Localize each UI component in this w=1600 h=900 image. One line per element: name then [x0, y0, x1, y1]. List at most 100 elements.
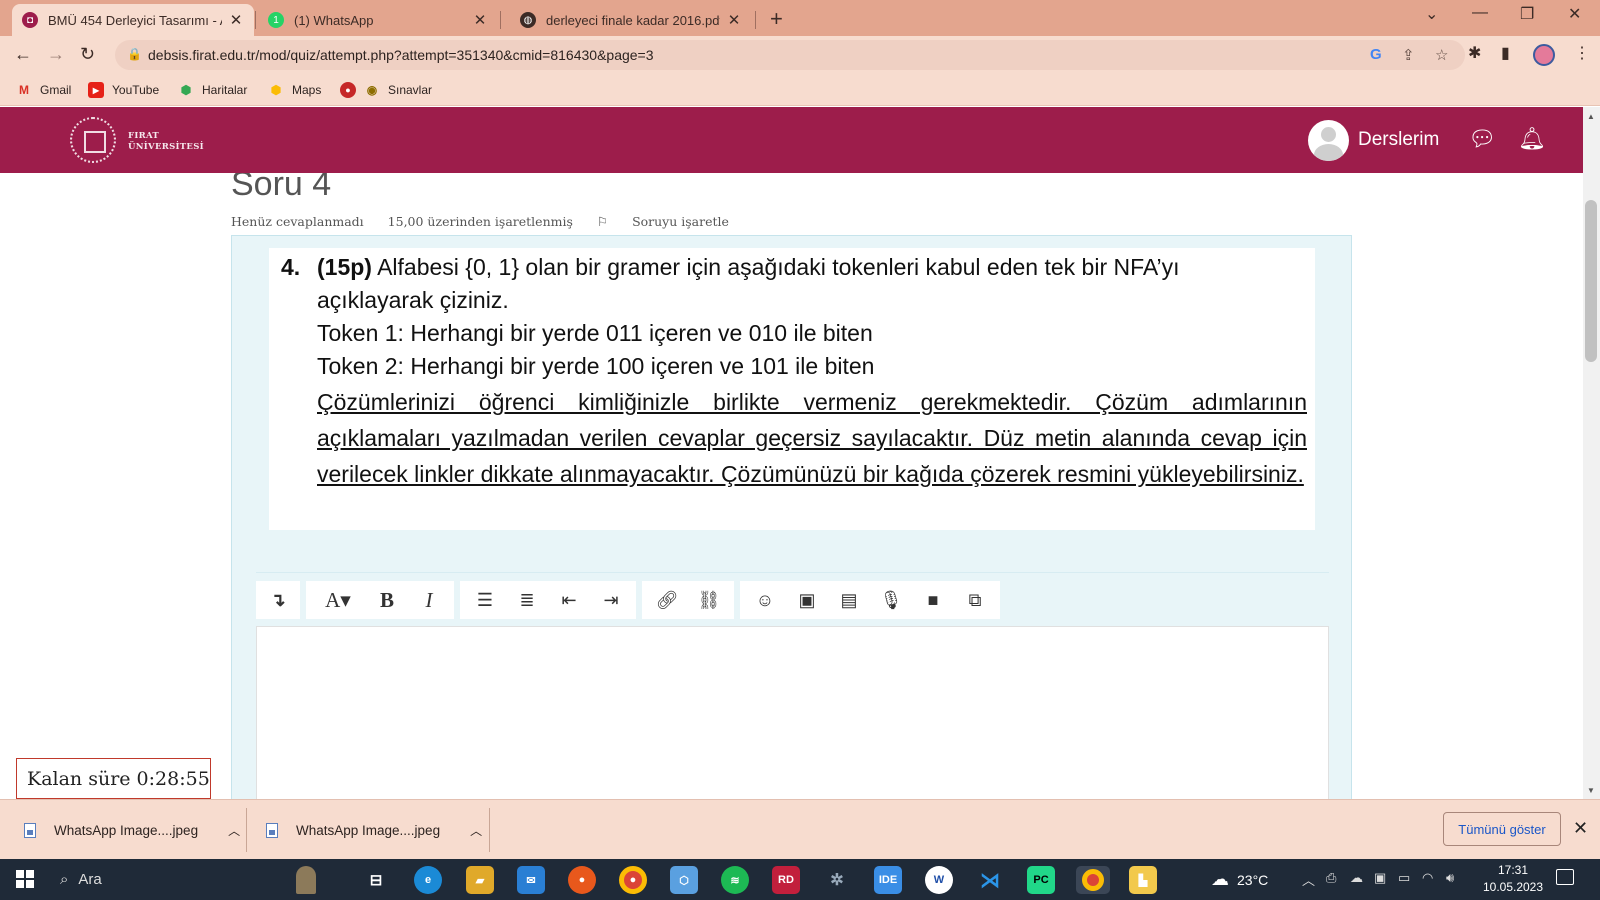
ide-icon[interactable]: IDE [874, 866, 902, 894]
user-avatar[interactable] [1308, 120, 1349, 161]
system-clock[interactable]: 17:31 10.05.2023 [1478, 862, 1548, 896]
forward-arrow-icon[interactable]: → [47, 44, 65, 65]
unordered-list-icon[interactable]: ☰ [464, 581, 506, 619]
task-view-icon[interactable]: ⊟ [362, 866, 390, 894]
tab-moodle[interactable]: ◘ BMÜ 454 Derleyici Tasarımı - AR/ ✕ [12, 4, 254, 36]
scroll-down-arrow-icon[interactable]: ▼ [1587, 786, 1595, 795]
ordered-list-icon[interactable]: ≣ [506, 581, 548, 619]
bookmark-haritalar[interactable]: ⬢ Haritalar [178, 82, 248, 98]
back-arrow-icon[interactable]: ← [14, 44, 32, 65]
display-icon[interactable]: ▣ [1374, 870, 1386, 886]
share-icon[interactable]: ⇪ [1402, 46, 1415, 64]
side-panel-icon[interactable]: ▮ [1501, 43, 1510, 63]
token-2-text: Token 2: Herhangi bir yerde 100 içeren v… [317, 353, 875, 379]
show-all-downloads-button[interactable]: Tümünü göster [1443, 812, 1561, 846]
tab-pdf[interactable]: ◍ derleyeci finale kadar 2016.pdf ✕ [510, 4, 752, 36]
bookmark-youtube[interactable]: ▶ YouTube [88, 82, 159, 98]
outdent-icon[interactable]: ⇤ [548, 581, 590, 619]
download-filename: WhatsApp Image....jpeg [296, 822, 441, 838]
bookmark-maps[interactable]: ⬢ Maps [268, 82, 322, 98]
close-tab-icon[interactable]: ✕ [228, 11, 244, 29]
chrome-icon[interactable]: ● [619, 866, 647, 894]
address-bar[interactable]: 🔒 debsis.firat.edu.tr/mod/quiz/attempt.p… [115, 40, 1465, 70]
windows-start-icon[interactable] [16, 870, 34, 888]
derslerim-link[interactable]: Derslerim [1358, 129, 1439, 151]
tab-search-icon[interactable]: ⌄ [1425, 4, 1438, 24]
chevron-up-icon[interactable]: ︿ [228, 822, 240, 839]
google-translate-icon[interactable]: G [1370, 46, 1382, 63]
record-audio-icon[interactable]: 🎙︎ [870, 581, 912, 619]
reload-icon[interactable]: ↻ [80, 44, 95, 65]
bold-button[interactable]: B [366, 581, 408, 619]
browser-menu-icon[interactable]: ⋮ [1574, 43, 1590, 63]
chevron-up-icon[interactable]: ︿ [470, 822, 482, 839]
new-tab-button[interactable]: + [770, 6, 783, 32]
vscode-icon[interactable]: ⋊ [976, 866, 1004, 894]
battery-icon[interactable]: ▭ [1398, 870, 1410, 886]
question-line-1: (15p) Alfabesi {0, 1} olan bir gramer iç… [317, 254, 1180, 281]
scrollbar-thumb[interactable] [1585, 200, 1597, 362]
chrome-active-icon[interactable] [1076, 866, 1110, 894]
bookmark-sinavlar[interactable]: ● ◉ Sınavlar [340, 82, 432, 98]
download-separator [246, 808, 247, 852]
tab-separator [255, 11, 256, 29]
firefox-icon[interactable]: ● [568, 866, 596, 894]
university-logo-text[interactable]: FIRAT ÜNİVERSİTESİ [128, 131, 204, 153]
university-logo-icon[interactable] [70, 117, 116, 163]
media-icon[interactable]: ▤ [828, 581, 870, 619]
indent-icon[interactable]: ⇥ [590, 581, 632, 619]
close-downloads-icon[interactable]: ✕ [1573, 818, 1588, 839]
italic-button[interactable]: I [408, 581, 450, 619]
answer-editor[interactable] [256, 626, 1329, 799]
address-url[interactable]: debsis.firat.edu.tr/mod/quiz/attempt.php… [148, 47, 654, 63]
restore-icon[interactable]: ❐ [1520, 4, 1534, 24]
bookmark-gmail[interactable]: M Gmail [16, 82, 71, 98]
image-file-icon [266, 822, 278, 838]
toolbar-toggle-button[interactable]: ↴ [260, 581, 296, 619]
link-icon[interactable]: 🔗︎ [646, 581, 688, 619]
scroll-up-arrow-icon[interactable]: ▲ [1587, 112, 1595, 121]
bookmark-star-icon[interactable]: ☆ [1435, 46, 1448, 64]
volume-icon[interactable]: 🔊︎ [1446, 870, 1454, 886]
close-tab-icon[interactable]: ✕ [472, 11, 488, 29]
wifi-icon[interactable]: ◠ [1422, 870, 1433, 886]
unlink-icon[interactable]: ⛓ [688, 581, 730, 619]
minimize-icon[interactable]: — [1472, 4, 1488, 22]
mail-icon[interactable]: ✉ [517, 866, 545, 894]
tab-whatsapp[interactable]: 1 (1) WhatsApp ✕ [258, 4, 498, 36]
windows-taskbar: ⌕ Ara ⊟ e ▰ ✉ ● ● ⬡ ≋ RD ✲ IDE W ⋊ PC ▙ … [0, 859, 1600, 900]
onedrive-cloud-icon[interactable]: ☁ [1350, 870, 1363, 886]
file-explorer-icon[interactable]: ▰ [466, 866, 494, 894]
edge-icon[interactable]: e [414, 866, 442, 894]
profile-avatar[interactable] [1533, 44, 1555, 66]
cloud-sun-icon: ☁ [1211, 869, 1229, 889]
chevron-up-icon[interactable]: ︿ [1302, 870, 1315, 889]
settings-atom-icon[interactable]: ✲ [823, 866, 851, 894]
word-app-icon[interactable]: W [925, 866, 953, 894]
3d-viewer-icon[interactable]: ⬡ [670, 866, 698, 894]
manage-files-icon[interactable]: ⧉ [954, 581, 996, 619]
weather-widget[interactable]: ☁ 23°C [1211, 869, 1268, 890]
extensions-puzzle-icon[interactable]: ✱ [1468, 43, 1481, 63]
notification-center-icon[interactable] [1556, 869, 1574, 885]
search-highlight-icon[interactable] [296, 866, 316, 894]
font-style-dropdown[interactable]: A▾ [310, 581, 366, 619]
messages-chat-icon[interactable]: 💬︎ [1468, 126, 1496, 152]
notes-icon[interactable]: ▙ [1129, 866, 1157, 894]
record-video-icon[interactable]: ■ [912, 581, 954, 619]
download-item[interactable]: WhatsApp Image....jpeg ︿ [24, 800, 240, 860]
logo-line-2: ÜNİVERSİTESİ [128, 142, 204, 152]
close-tab-icon[interactable]: ✕ [726, 11, 742, 29]
emoji-icon[interactable]: ☺ [744, 581, 786, 619]
toolbar-group-format: A▾ B I [306, 581, 454, 619]
pycharm-icon[interactable]: PC [1027, 866, 1055, 894]
image-icon[interactable]: ▣ [786, 581, 828, 619]
taskbar-search[interactable]: ⌕ Ara [60, 859, 102, 900]
rider-icon[interactable]: RD [772, 866, 800, 894]
close-window-icon[interactable]: ✕ [1568, 4, 1581, 24]
flag-question-link[interactable]: ⚐ Soruyu işaretle [597, 214, 749, 229]
notifications-bell-icon[interactable]: 🔔︎ [1518, 126, 1546, 152]
spotify-icon[interactable]: ≋ [721, 866, 749, 894]
download-item[interactable]: WhatsApp Image....jpeg ︿ [266, 800, 482, 860]
meet-icon[interactable]: ⎙ [1326, 870, 1336, 886]
